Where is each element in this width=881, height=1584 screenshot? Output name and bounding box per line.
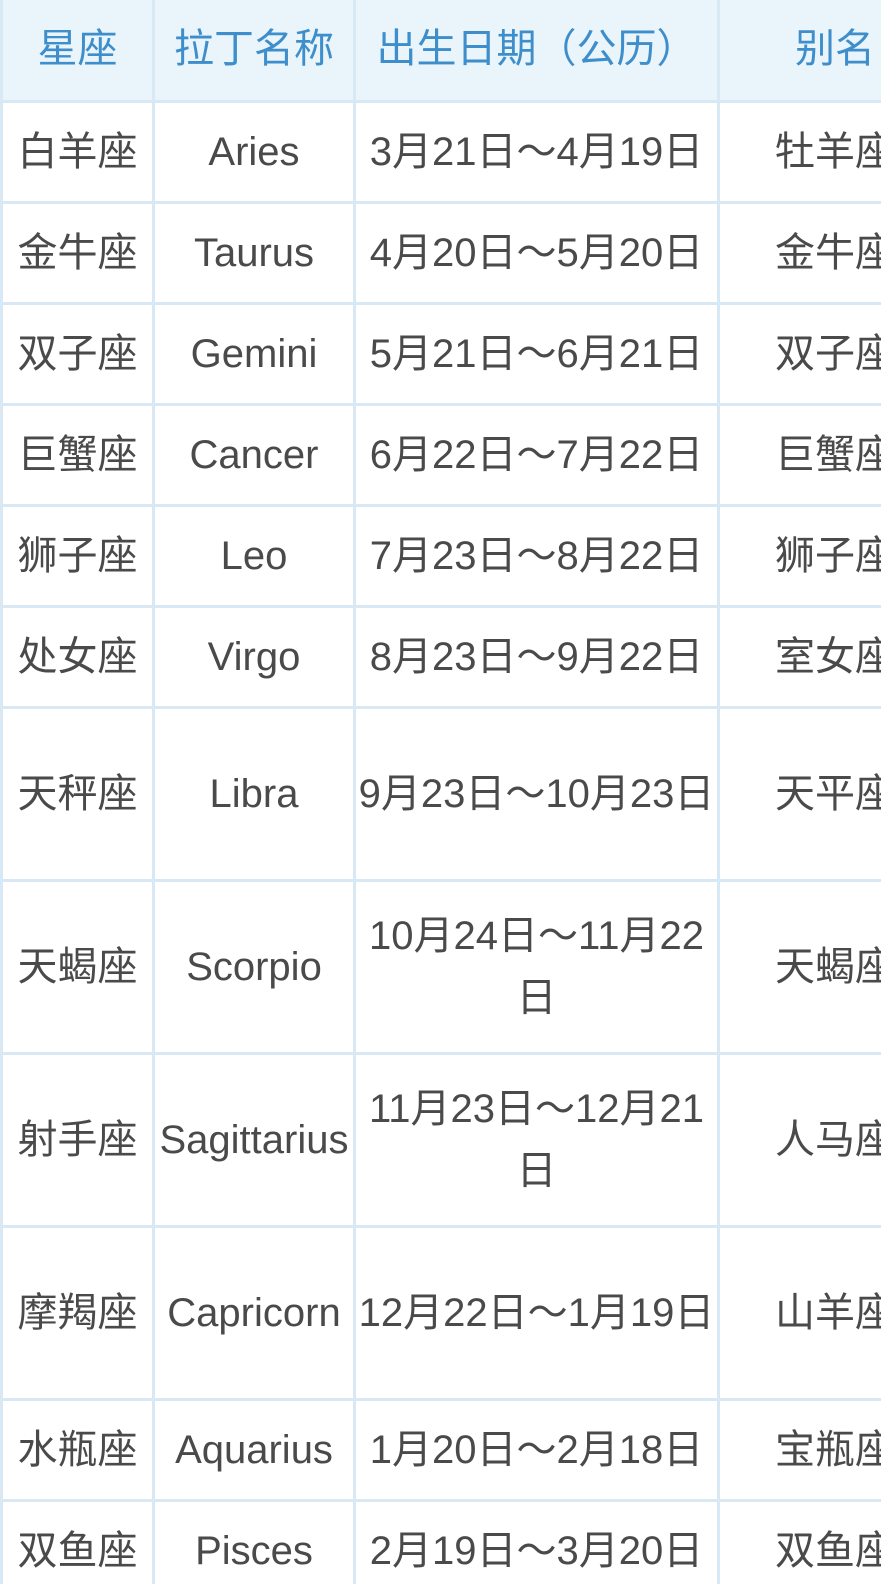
cell-sign: 天蝎座: [1, 880, 155, 1055]
table-row: 巨蟹座 Cancer 6月22日～7月22日 巨蟹座: [1, 404, 881, 507]
cell-latin: Aries: [153, 101, 356, 204]
cell-latin: Sagittarius: [153, 1053, 356, 1228]
cell-sign: 双子座: [1, 303, 155, 406]
cell-sign: 狮子座: [1, 505, 155, 608]
cell-sign: 双鱼座: [1, 1500, 155, 1584]
cell-alias: 天平座: [718, 707, 881, 882]
cell-sign: 白羊座: [1, 101, 155, 204]
cell-alias: 双子座: [718, 303, 881, 406]
table-row: 金牛座 Taurus 4月20日～5月20日 金牛座: [1, 202, 881, 305]
cell-sign: 天秤座: [1, 707, 155, 882]
cell-date: 2月19日～3月20日: [354, 1500, 720, 1584]
cell-latin: Cancer: [153, 404, 356, 507]
cell-sign: 水瓶座: [1, 1399, 155, 1502]
cell-alias: 天蝎座: [718, 880, 881, 1055]
table-row: 天秤座 Libra 9月23日～10月23日 天平座: [1, 707, 881, 882]
table-row: 射手座 Sagittarius 11月23日～12月21日 人马座: [1, 1053, 881, 1228]
cell-sign: 巨蟹座: [1, 404, 155, 507]
cell-alias: 狮子座: [718, 505, 881, 608]
cell-latin: Libra: [153, 707, 356, 882]
table-row: 水瓶座 Aquarius 1月20日～2月18日 宝瓶座: [1, 1399, 881, 1502]
cell-sign: 处女座: [1, 606, 155, 709]
cell-latin: Scorpio: [153, 880, 356, 1055]
cell-alias: 双鱼座: [718, 1500, 881, 1584]
zodiac-table: 星座 拉丁名称 出生日期（公历） 别名 白羊座 Aries 3月21日～4月19日牡…: [0, 0, 881, 1584]
table-row: 天蝎座 Scorpio 10月24日～11月22日 天蝎座: [1, 880, 881, 1055]
cell-alias: 牡羊座: [718, 101, 881, 204]
table-row: 双子座 Gemini 5月21日～6月21日 双子座: [1, 303, 881, 406]
column-header-alias: 别名: [718, 0, 881, 103]
cell-latin: Virgo: [153, 606, 356, 709]
cell-alias: 人马座: [718, 1053, 881, 1228]
cell-alias: 巨蟹座: [718, 404, 881, 507]
cell-date: 9月23日～10月23日: [354, 707, 720, 882]
cell-date: 8月23日～9月22日: [354, 606, 720, 709]
cell-date: 5月21日～6月21日: [354, 303, 720, 406]
table-row: 处女座 Virgo 8月23日～9月22日 室女座: [1, 606, 881, 709]
cell-alias: 宝瓶座: [718, 1399, 881, 1502]
table-row: 狮子座 Leo 7月23日～8月22日 狮子座: [1, 505, 881, 608]
column-header-latin: 拉丁名称: [153, 0, 356, 103]
cell-sign: 射手座: [1, 1053, 155, 1228]
cell-date: 6月22日～7月22日: [354, 404, 720, 507]
column-header-date: 出生日期（公历）: [354, 0, 720, 103]
table-viewport: 星座 拉丁名称 出生日期（公历） 别名 白羊座 Aries 3月21日～4月19日牡…: [0, 0, 881, 1584]
cell-latin: Leo: [153, 505, 356, 608]
table-header: 星座 拉丁名称 出生日期（公历） 别名: [1, 0, 881, 103]
cell-latin: Gemini: [153, 303, 356, 406]
cell-latin: Taurus: [153, 202, 356, 305]
cell-latin: Aquarius: [153, 1399, 356, 1502]
cell-date: 12月22日～1月19日: [354, 1226, 720, 1401]
cell-alias: 金牛座: [718, 202, 881, 305]
cell-sign: 金牛座: [1, 202, 155, 305]
table-body: 白羊座 Aries 3月21日～4月19日 牡羊座 金牛座 Taurus 4月20日～5月2…: [1, 101, 881, 1584]
cell-date: 1月20日～2月18日: [354, 1399, 720, 1502]
table-row: 摩羯座 Capricorn 12月22日～1月19日 山羊座: [1, 1226, 881, 1401]
table-header-row: 星座 拉丁名称 出生日期（公历） 别名: [1, 0, 881, 103]
table-row: 白羊座 Aries 3月21日～4月19日 牡羊座: [1, 101, 881, 204]
cell-date: 10月24日～11月22日: [354, 880, 720, 1055]
cell-date: 11月23日～12月21日: [354, 1053, 720, 1228]
cell-date: 4月20日～5月20日: [354, 202, 720, 305]
cell-sign: 摩羯座: [1, 1226, 155, 1401]
table-row: 双鱼座 Pisces 2月19日～3月20日 双鱼座: [1, 1500, 881, 1584]
cell-alias: 山羊座: [718, 1226, 881, 1401]
cell-date: 3月21日～4月19日: [354, 101, 720, 204]
cell-latin: Capricorn: [153, 1226, 356, 1401]
cell-alias: 室女座: [718, 606, 881, 709]
column-header-sign: 星座: [1, 0, 155, 103]
cell-latin: Pisces: [153, 1500, 356, 1584]
cell-date: 7月23日～8月22日: [354, 505, 720, 608]
